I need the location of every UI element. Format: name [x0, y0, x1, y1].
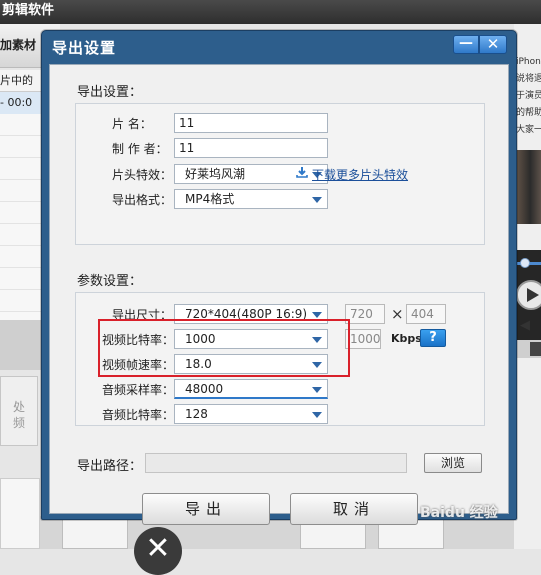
- chevron-down-icon: [312, 312, 322, 318]
- chevron-down-icon: [312, 197, 322, 203]
- download-more-effects-link[interactable]: 下载更多片头特效: [312, 166, 408, 183]
- times-sign: ×: [391, 305, 404, 323]
- preview-text-line: 于演员: [516, 91, 541, 101]
- download-icon[interactable]: [296, 166, 308, 178]
- name-field[interactable]: 11: [174, 113, 328, 133]
- audio-sample-select[interactable]: 48000: [174, 379, 328, 399]
- app-title: 剪辑软件: [0, 0, 541, 24]
- preview-text-line: iPhone: [516, 57, 541, 67]
- width-field[interactable]: 720: [345, 304, 385, 324]
- audio-sample-label: 音频采样率：: [102, 383, 175, 397]
- audio-sample-value: 48000: [185, 382, 224, 396]
- intro-effect-label: 片头特效：: [112, 168, 173, 182]
- audio-bitrate-select[interactable]: 128: [174, 404, 328, 424]
- player-control-button[interactable]: [530, 342, 541, 356]
- preview-text-line: 大家一: [516, 125, 541, 135]
- export-path-field[interactable]: [145, 453, 407, 473]
- seek-knob[interactable]: [520, 258, 530, 268]
- format-label: 导出格式：: [112, 193, 173, 207]
- name-label: 片 名：: [112, 117, 152, 131]
- author-label: 制 作 者：: [112, 142, 168, 156]
- left-panel-divider: [0, 320, 46, 370]
- audio-bitrate-label: 音频比特率：: [102, 408, 175, 422]
- close-button[interactable]: ✕: [479, 35, 507, 54]
- clip-list-selected-row[interactable]: - 00:0: [0, 92, 46, 114]
- chevron-down-icon: [312, 412, 322, 418]
- play-icon[interactable]: [516, 280, 541, 310]
- chevron-down-icon: [312, 387, 322, 393]
- author-field[interactable]: 11: [174, 138, 328, 158]
- clip-list-header: 片中的: [0, 70, 46, 92]
- highlight-annotation: [98, 319, 350, 377]
- left-media-card-2[interactable]: [0, 478, 40, 549]
- left-media-card[interactable]: 处频: [0, 376, 38, 446]
- preview-text-line: 说将退: [516, 74, 541, 84]
- intro-effect-value: 好莱坞风潮: [185, 167, 246, 181]
- height-field[interactable]: 404: [406, 304, 446, 324]
- preview-text: iPhone 说将退 于演员 的帮助 大家一: [516, 54, 541, 139]
- export-button[interactable]: 导出: [142, 493, 270, 525]
- video-bitrate-custom-field[interactable]: 1000: [345, 329, 381, 349]
- minimize-button[interactable]: —: [453, 35, 479, 54]
- preview-thumbnail: [514, 150, 541, 224]
- dialog-title: 导出设置: [52, 39, 117, 57]
- watermark-logo: Baidu 经验: [420, 505, 498, 521]
- export-section-label: 导出设置：: [77, 85, 143, 100]
- format-value: MP4格式: [185, 192, 235, 206]
- format-select[interactable]: MP4格式: [174, 189, 328, 209]
- dialog-body: 导出设置： 片 名： 11 制 作 者： 11 片头特效： 好莱坞风潮 下载更多…: [49, 64, 509, 525]
- seek-slider[interactable]: [514, 258, 541, 268]
- left-media-card-label: 处频: [12, 400, 25, 430]
- add-material-tab[interactable]: 加素材: [0, 36, 36, 53]
- timeline-cell[interactable]: [62, 516, 128, 549]
- params-section-label: 参数设置：: [77, 274, 143, 289]
- help-button[interactable]: ?: [420, 329, 446, 347]
- browse-button[interactable]: 浏览: [424, 453, 482, 473]
- kbps-unit: Kbps: [391, 332, 422, 345]
- remove-circle-icon[interactable]: ✕: [134, 527, 182, 575]
- preview-text-line: 的帮助: [516, 108, 541, 118]
- export-settings-dialog: 导出设置 — ✕ 导出设置： 片 名： 11 制 作 者： 11 片头特效： 好…: [41, 30, 517, 525]
- audio-bitrate-value: 128: [185, 407, 208, 421]
- path-label: 导出路径：: [77, 459, 143, 474]
- clip-list[interactable]: [0, 114, 46, 320]
- cancel-button[interactable]: 取消: [290, 493, 418, 525]
- volume-icon[interactable]: ◀: [520, 318, 530, 333]
